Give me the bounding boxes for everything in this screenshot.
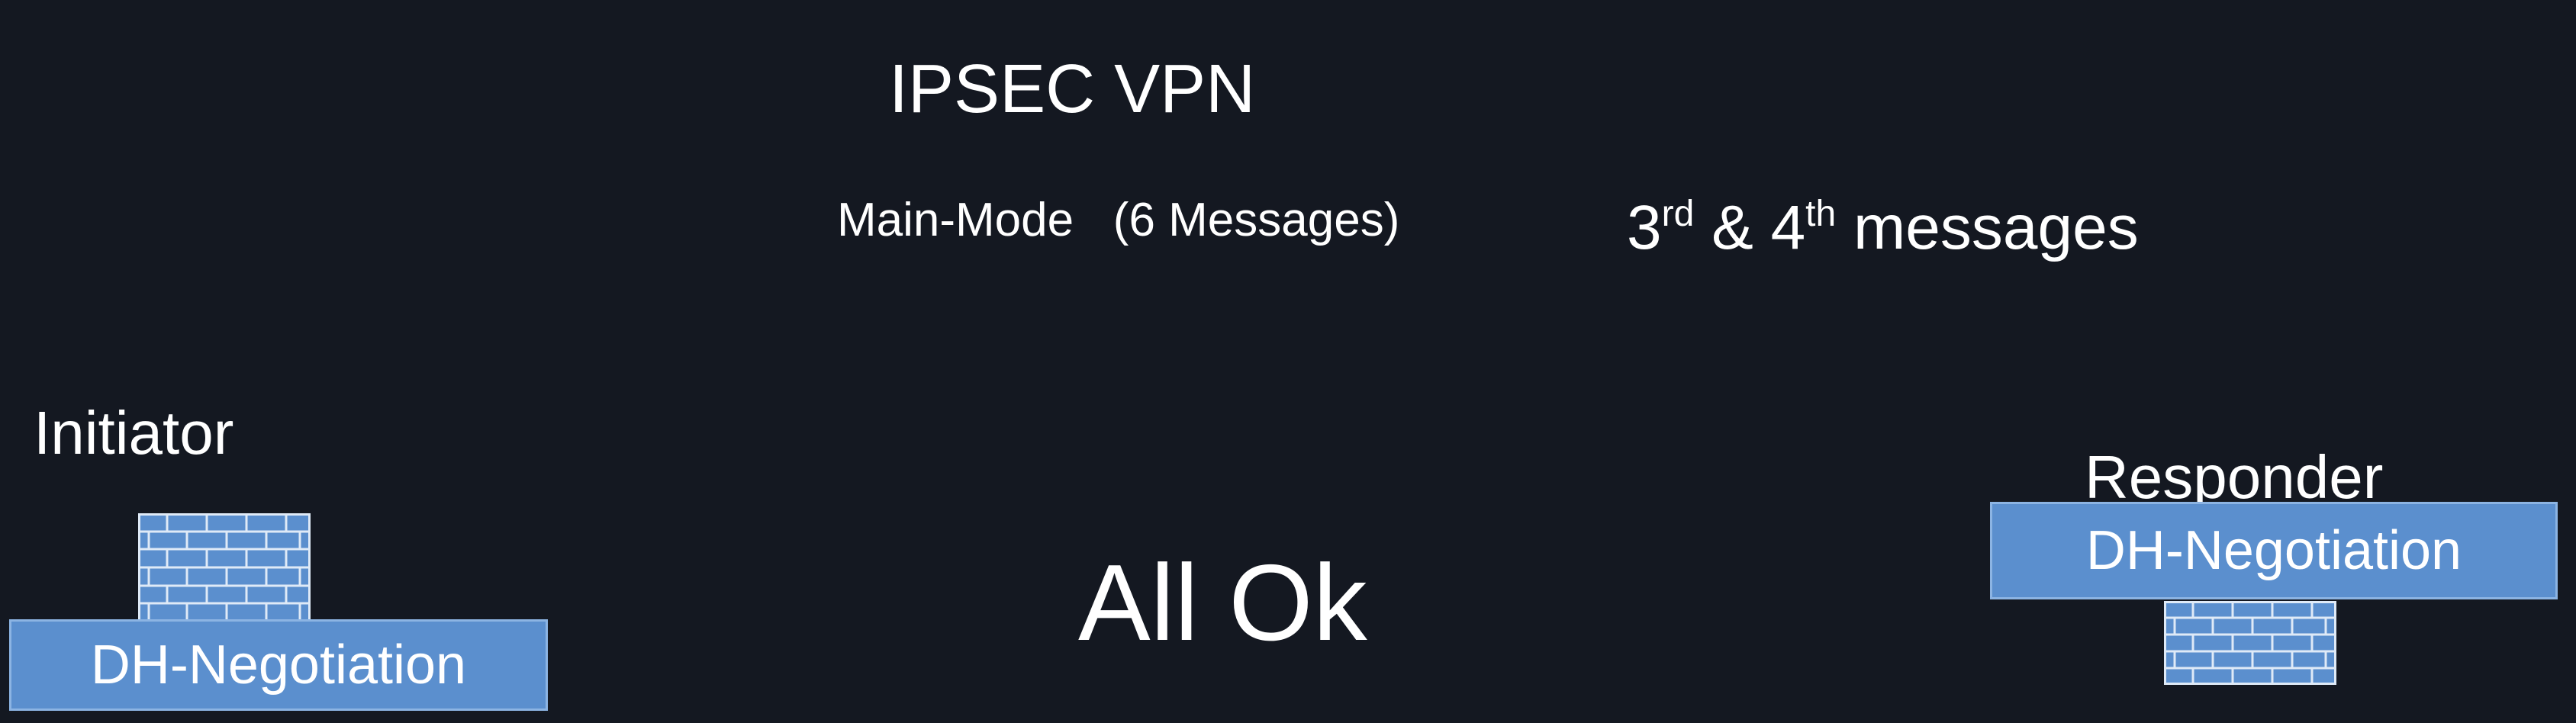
diagram-title: IPSEC VPN bbox=[889, 51, 1256, 127]
messages-ampersand: & bbox=[1694, 193, 1771, 262]
responder-label: Responder bbox=[2085, 443, 2384, 511]
messages-suffix: messages bbox=[1836, 193, 2139, 262]
messages-label: 3rd & 4th messages bbox=[1627, 194, 2139, 259]
initiator-dh-negotiation-box: DH-Negotiation bbox=[9, 619, 548, 711]
messages-second-suffix: th bbox=[1805, 194, 1837, 234]
responder-dh-negotiation-box: DH-Negotiation bbox=[1990, 502, 2558, 599]
mode-label: Main-Mode (6 Messages) bbox=[837, 194, 1400, 246]
firewall-icon bbox=[2164, 601, 2336, 685]
firewall-icon bbox=[138, 513, 311, 622]
messages-second-number: 4 bbox=[1770, 193, 1806, 262]
messages-first-suffix: rd bbox=[1661, 194, 1695, 234]
diagram-canvas: IPSEC VPN Main-Mode (6 Messages) 3rd & 4… bbox=[0, 0, 2576, 723]
messages-first-number: 3 bbox=[1627, 193, 1662, 262]
initiator-label: Initiator bbox=[34, 399, 234, 467]
status-text: All Ok bbox=[1078, 542, 1367, 664]
